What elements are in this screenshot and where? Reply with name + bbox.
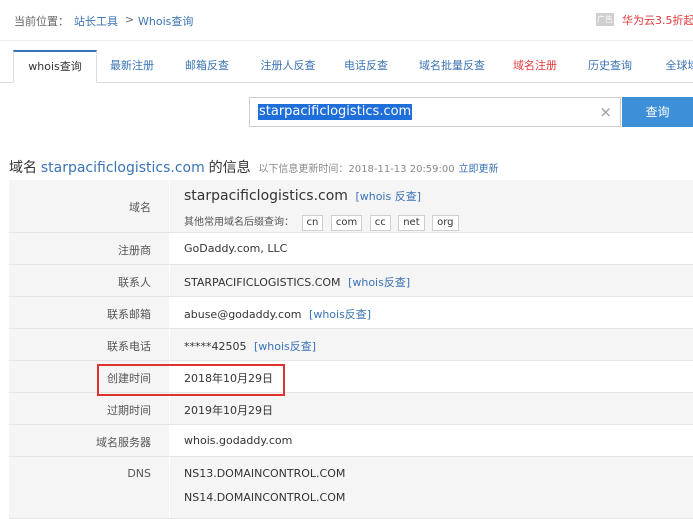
row-key: 联系电话 (107, 340, 151, 353)
tld-chip-org[interactable]: org (432, 215, 459, 231)
breadcrumb-separator: > (125, 13, 135, 26)
tld-chip-net[interactable]: net (398, 215, 425, 231)
tld-chip-cc[interactable]: cc (369, 215, 391, 231)
table-row-phone: 联系电话 *****42505 [whois反查] (9, 329, 693, 361)
value-cell: STARPACIFICLOGISTICS.COM [whois反查] (170, 265, 693, 296)
key-cell: 注册商 (9, 233, 169, 264)
row-value: *****42505 [whois反查] (184, 338, 316, 354)
key-cell: DNS (9, 457, 169, 518)
value-cell: abuse@godaddy.com [whois反查] (170, 297, 693, 328)
refresh-link[interactable]: 立即更新 (458, 164, 498, 175)
key-cell: 联系邮箱 (9, 297, 169, 328)
tab-global-domain[interactable]: 全球域 (652, 50, 693, 82)
row-value: abuse@godaddy.com [whois反查] (184, 306, 371, 322)
highlight-annotation (97, 364, 285, 396)
contact-value: STARPACIFICLOGISTICS.COM (184, 276, 341, 289)
key-cell: 联系电话 (9, 329, 169, 360)
search-button[interactable]: 查询 (622, 97, 693, 127)
tld-chip-cn[interactable]: cn (301, 215, 324, 231)
tld-label: 其他常用域名后缀查询： (184, 217, 294, 228)
value-cell: GoDaddy.com, LLC (170, 233, 693, 264)
tab-domain-register[interactable]: 域名注册 (503, 50, 567, 82)
table-row-server: 域名服务器 whois.godaddy.com (9, 425, 693, 457)
tld-row: 其他常用域名后缀查询： cn com cc net org (184, 213, 459, 231)
phone-value: *****42505 (184, 340, 247, 353)
dns-value-1: NS13.DOMAINCONTROL.COM (184, 467, 346, 480)
table-row-expires: 过期时间 2019年10月29日 (9, 393, 693, 425)
table-row-contact: 联系人 STARPACIFICLOGISTICS.COM [whois反查] (9, 265, 693, 297)
table-row-registrar: 注册商 GoDaddy.com, LLC (9, 233, 693, 265)
row-key: 联系邮箱 (107, 308, 151, 321)
row-key: DNS (127, 467, 151, 480)
key-cell: 域名 (9, 180, 169, 232)
row-value: GoDaddy.com, LLC (184, 242, 288, 255)
table-row-dns: DNS NS13.DOMAINCONTROL.COM NS14.DOMAINCO… (9, 457, 693, 519)
page-title-suffix: 的信息 (208, 160, 251, 176)
tab-phone-lookup[interactable]: 电话反查 (334, 50, 398, 82)
tab-registrant-lookup[interactable]: 注册人反查 (250, 50, 326, 82)
search-input[interactable]: starpacificlogistics.com × (249, 97, 621, 127)
search-input-value: starpacificlogistics.com (258, 104, 413, 120)
value-cell: *****42505 [whois反查] (170, 329, 693, 360)
breadcrumb-bar: 当前位置： 站长工具 > Whois查询 广告 华为云3.5折起– (0, 0, 693, 41)
breadcrumb-link-tools[interactable]: 站长工具 (74, 13, 118, 29)
tab-history[interactable]: 历史查询 (578, 50, 642, 82)
whois-reverse-link[interactable]: [whois反查] (254, 340, 316, 353)
value-cell: starpacificlogistics.com [whois 反查] 其他常用… (170, 180, 693, 232)
whois-reverse-link[interactable]: [whois 反查] (355, 190, 421, 203)
page-title: 域名 starpacificlogistics.com 的信息 以下信息更新时间… (9, 157, 498, 177)
value-cell: whois.godaddy.com (170, 425, 693, 456)
row-key: 注册商 (118, 244, 151, 257)
dns-value-2: NS14.DOMAINCONTROL.COM (184, 491, 346, 504)
row-key: 域名 (129, 201, 151, 214)
breadcrumb-link-whois[interactable]: Whois查询 (138, 13, 193, 29)
tab-whois[interactable]: whois查询 (13, 50, 97, 83)
tab-latest-registered[interactable]: 最新注册 (100, 50, 164, 82)
update-time: 以下信息更新时间：2018-11-13 20:59:00 (258, 164, 455, 175)
ad-badge: 广告 (596, 13, 614, 26)
value-cell: NS13.DOMAINCONTROL.COM NS14.DOMAINCONTRO… (170, 457, 693, 518)
ad-link[interactable]: 华为云3.5折起– (622, 12, 693, 28)
key-cell: 联系人 (9, 265, 169, 296)
tab-email-lookup[interactable]: 邮箱反查 (175, 50, 239, 82)
row-value: starpacificlogistics.com [whois 反查] (184, 188, 421, 204)
row-value: STARPACIFICLOGISTICS.COM [whois反查] (184, 274, 410, 290)
key-cell: 域名服务器 (9, 425, 169, 456)
value-cell: 2019年10月29日 (170, 393, 693, 424)
row-value: 2019年10月29日 (184, 404, 273, 417)
row-key: 域名服务器 (96, 436, 151, 449)
tld-chip-com[interactable]: com (330, 215, 363, 231)
table-row-email: 联系邮箱 abuse@godaddy.com [whois反查] (9, 297, 693, 329)
whois-reverse-link[interactable]: [whois反查] (348, 276, 410, 289)
page-title-domain: starpacificlogistics.com (40, 160, 205, 176)
table-row-domain: 域名 starpacificlogistics.com [whois 反查] 其… (9, 180, 693, 233)
breadcrumb-label: 当前位置： (14, 15, 69, 28)
key-cell: 过期时间 (9, 393, 169, 424)
row-value: whois.godaddy.com (184, 434, 293, 447)
tab-batch-lookup[interactable]: 域名批量反查 (410, 50, 494, 82)
row-key: 联系人 (118, 276, 151, 289)
domain-value: starpacificlogistics.com (184, 188, 348, 204)
email-value: abuse@godaddy.com (184, 308, 302, 321)
whois-reverse-link[interactable]: [whois反查] (309, 308, 371, 321)
close-icon[interactable]: × (599, 103, 612, 121)
row-key: 过期时间 (107, 404, 151, 417)
page-title-prefix: 域名 (9, 160, 37, 176)
tab-bar: whois查询 最新注册 邮箱反查 注册人反查 电话反查 域名批量反查 域名注册… (0, 50, 693, 83)
